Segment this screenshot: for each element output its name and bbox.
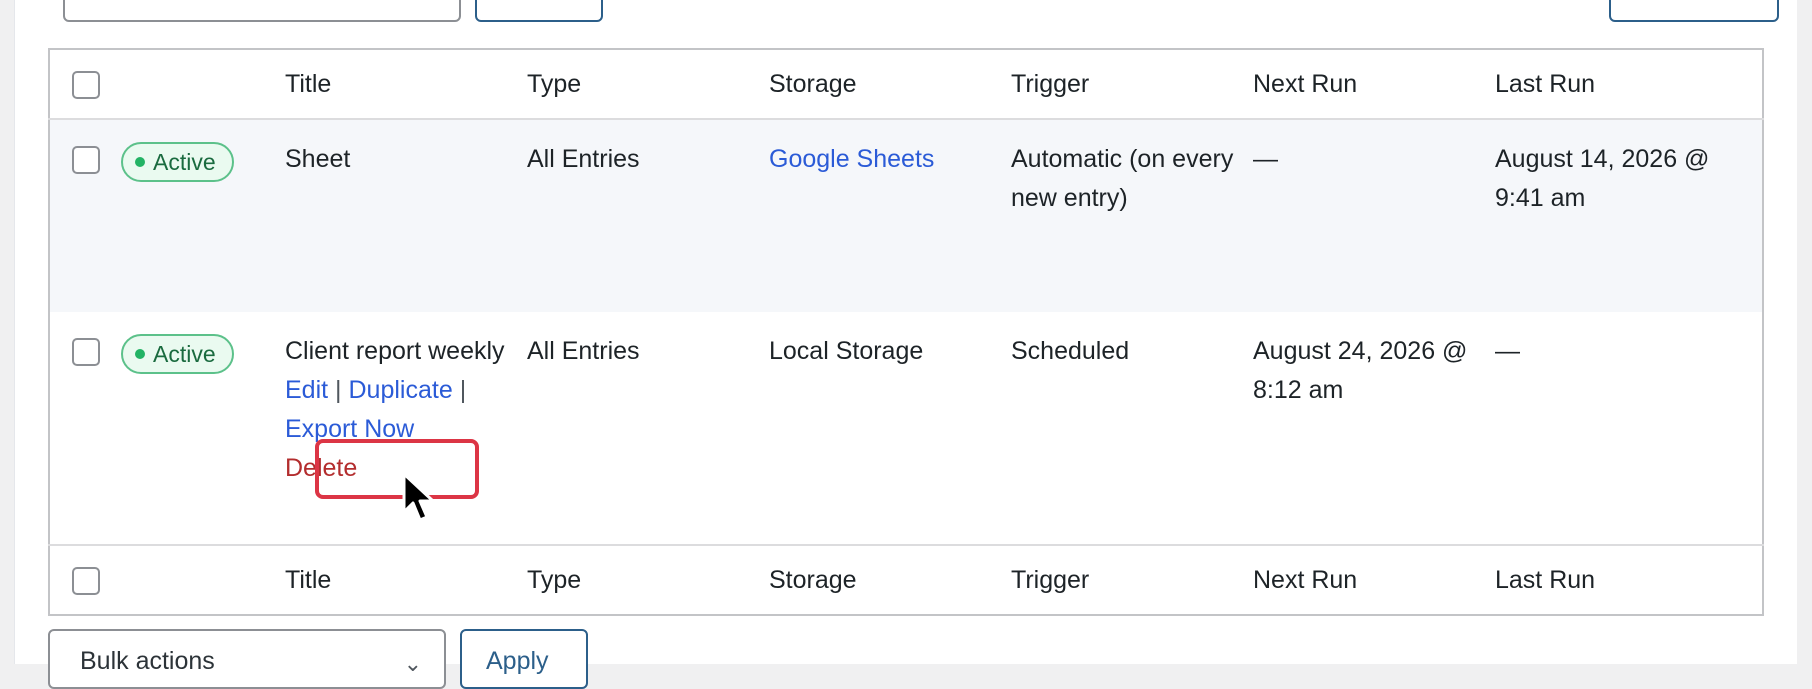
mouse-cursor-icon — [402, 472, 435, 522]
row-trigger: Scheduled — [1011, 337, 1130, 365]
duplicate-link[interactable]: Duplicate — [349, 376, 453, 404]
row-type: All Entries — [527, 337, 640, 365]
select-all-checkbox-footer[interactable] — [72, 566, 100, 595]
bulk-actions-select[interactable]: Bulk actions ⌄ — [48, 629, 446, 689]
export-now-link[interactable]: Export Now — [285, 415, 414, 443]
header-type[interactable]: Type — [527, 49, 769, 120]
footer-last-run[interactable]: Last Run — [1495, 544, 1763, 615]
top-right-button[interactable] — [1609, 0, 1779, 22]
active-dot-icon — [135, 157, 145, 167]
row-checkbox[interactable] — [72, 146, 100, 175]
row-title[interactable]: Sheet — [285, 119, 527, 312]
header-trigger[interactable]: Trigger — [1011, 49, 1253, 120]
footer-trigger[interactable]: Trigger — [1011, 544, 1253, 615]
footer-title[interactable]: Title — [285, 544, 527, 615]
row-next-run: — — [1253, 145, 1278, 173]
row-type: All Entries — [527, 145, 640, 173]
row-title[interactable]: Client report weekly — [285, 332, 527, 371]
edit-link[interactable]: Edit — [285, 376, 328, 404]
row-trigger: Automatic (on every new entry) — [1011, 145, 1234, 212]
row-next-run: August 24, 2026 @ 8:12 am — [1253, 337, 1468, 404]
top-apply-button[interactable] — [475, 0, 603, 22]
table-row: Active Sheet All Entries Google Sheets A… — [49, 119, 1763, 312]
action-separator: | — [459, 376, 467, 404]
header-storage[interactable]: Storage — [769, 49, 1011, 120]
row-storage: Local Storage — [769, 337, 924, 365]
status-badge: Active — [121, 334, 234, 374]
row-last-run: August 14, 2026 @ 9:41 am — [1495, 145, 1710, 212]
table-footer-row: Title Type Storage Trigger Next Run Last… — [49, 544, 1763, 615]
row-checkbox[interactable] — [72, 338, 100, 367]
header-title[interactable]: Title — [285, 49, 527, 120]
status-label: Active — [153, 340, 216, 367]
footer-status — [119, 544, 285, 615]
select-all-checkbox[interactable] — [72, 70, 100, 99]
top-filter-input[interactable] — [63, 0, 461, 22]
footer-next-run[interactable]: Next Run — [1253, 544, 1495, 615]
header-next-run[interactable]: Next Run — [1253, 49, 1495, 120]
table-header-row: Title Type Storage Trigger Next Run Last… — [49, 49, 1763, 120]
exports-table: Title Type Storage Trigger Next Run Last… — [48, 48, 1764, 616]
row-actions: Edit | Duplicate | Export Now Delete — [285, 371, 527, 488]
footer-type[interactable]: Type — [527, 544, 769, 615]
footer-storage[interactable]: Storage — [769, 544, 1011, 615]
header-last-run[interactable]: Last Run — [1495, 49, 1763, 120]
chevron-down-icon: ⌄ — [403, 651, 422, 676]
bulk-apply-button[interactable]: Apply — [460, 629, 588, 689]
header-status — [119, 49, 285, 120]
status-badge: Active — [121, 142, 234, 182]
row-last-run: — — [1495, 337, 1520, 365]
storage-link[interactable]: Google Sheets — [769, 145, 934, 173]
active-dot-icon — [135, 349, 145, 359]
action-separator: | — [335, 376, 342, 404]
table-row: Active Client report weekly Edit | Dupli… — [49, 312, 1763, 545]
bulk-actions-label: Bulk actions — [80, 647, 215, 675]
status-label: Active — [153, 148, 216, 175]
delete-link[interactable]: Delete — [285, 454, 357, 482]
